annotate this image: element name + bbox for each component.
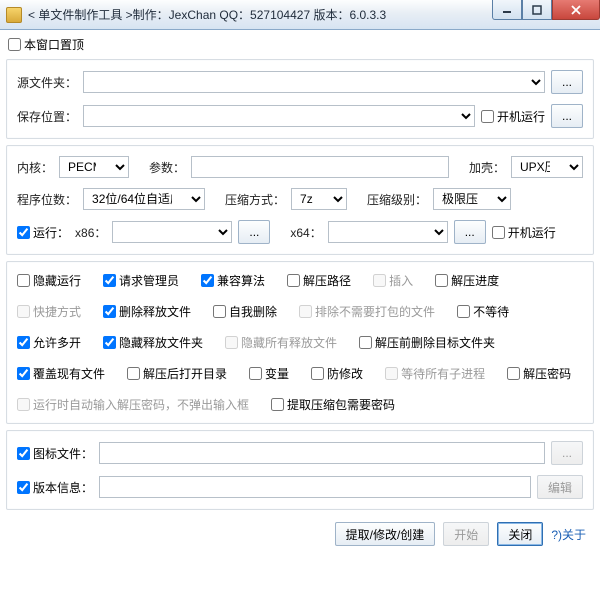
- shell-label: 加壳：: [469, 159, 505, 176]
- shell-select[interactable]: UPX压缩: [511, 156, 583, 178]
- comp-select[interactable]: 7z: [291, 188, 347, 210]
- panel-options: 隐藏运行 请求管理员 兼容算法 解压路径 插入 解压进度 快捷方式 删除释放文件…: [6, 261, 594, 424]
- level-label: 压缩级别：: [367, 191, 427, 208]
- save-browse-button[interactable]: ...: [551, 104, 583, 128]
- window-buttons: [492, 0, 600, 20]
- version-input[interactable]: [99, 476, 531, 498]
- opt-req-admin[interactable]: 请求管理员: [103, 272, 179, 289]
- save-label: 保存位置：: [17, 108, 77, 125]
- run-checkbox[interactable]: 运行：: [17, 224, 69, 241]
- panel-core: 内核： PECMD 参数： 加壳： UPX压缩 程序位数： 32位/64位自适应…: [6, 145, 594, 255]
- start-button[interactable]: 开始: [443, 522, 489, 546]
- args-label: 参数：: [149, 159, 185, 176]
- x86-select[interactable]: [112, 221, 232, 243]
- maximize-button[interactable]: [522, 0, 552, 20]
- opt-insert[interactable]: 插入: [373, 272, 413, 289]
- opt-open-after[interactable]: 解压后打开目录: [127, 365, 227, 382]
- opt-exclude[interactable]: 排除不需要打包的文件: [299, 303, 435, 320]
- x64-label: x64：: [290, 224, 321, 241]
- opt-progress[interactable]: 解压进度: [435, 272, 499, 289]
- opt-pwd[interactable]: 解压密码: [507, 365, 571, 382]
- opt-hide-rel[interactable]: 隐藏释放文件夹: [103, 334, 203, 351]
- source-combo[interactable]: [83, 71, 545, 93]
- opt-auto-pwd[interactable]: 运行时自动输入解压密码，不弹出输入框: [17, 396, 249, 413]
- opt-del-rel[interactable]: 删除释放文件: [103, 303, 191, 320]
- about-link[interactable]: ?)关于: [551, 526, 586, 543]
- boot-run-checkbox-1[interactable]: 开机运行: [481, 108, 545, 125]
- source-label: 源文件夹：: [17, 74, 77, 91]
- source-browse-button[interactable]: ...: [551, 70, 583, 94]
- bits-select[interactable]: 32位/64位自适应: [83, 188, 205, 210]
- opt-hide-run[interactable]: 隐藏运行: [17, 272, 81, 289]
- opt-self-del[interactable]: 自我删除: [213, 303, 277, 320]
- opt-del-before[interactable]: 解压前删除目标文件夹: [359, 334, 495, 351]
- bits-label: 程序位数：: [17, 191, 77, 208]
- kernel-label: 内核：: [17, 159, 53, 176]
- window-title: < 单文件制作工具 >制作：JexChan QQ：527104427 版本：6.…: [28, 6, 386, 23]
- opt-wait-child[interactable]: 等待所有子进程: [385, 365, 485, 382]
- opt-need-pwd[interactable]: 提取压缩包需要密码: [271, 396, 395, 413]
- opt-multi[interactable]: 允许多开: [17, 334, 81, 351]
- titlebar: < 单文件制作工具 >制作：JexChan QQ：527104427 版本：6.…: [0, 0, 600, 30]
- kernel-select[interactable]: PECMD: [59, 156, 129, 178]
- opt-nowait[interactable]: 不等待: [457, 303, 509, 320]
- opt-compat[interactable]: 兼容算法: [201, 272, 265, 289]
- version-checkbox[interactable]: 版本信息：: [17, 479, 93, 496]
- icon-checkbox[interactable]: 图标文件：: [17, 445, 93, 462]
- args-input[interactable]: [191, 156, 449, 178]
- panel-source: 源文件夹： ... 保存位置： 开机运行 ...: [6, 59, 594, 139]
- opt-unzip-path[interactable]: 解压路径: [287, 272, 351, 289]
- opt-overwrite[interactable]: 覆盖现有文件: [17, 365, 105, 382]
- opt-hide-all[interactable]: 隐藏所有释放文件: [225, 334, 337, 351]
- x64-select[interactable]: [328, 221, 448, 243]
- x86-browse-button[interactable]: ...: [238, 220, 270, 244]
- close-button[interactable]: [552, 0, 600, 20]
- client-area: 本窗口置顶 源文件夹： ... 保存位置： 开机运行 ... 内核： PECMD…: [0, 30, 600, 552]
- icon-browse-button[interactable]: ...: [551, 441, 583, 465]
- opt-shortcut[interactable]: 快捷方式: [17, 303, 81, 320]
- x86-label: x86：: [75, 224, 106, 241]
- edit-button[interactable]: 编辑: [537, 475, 583, 499]
- pin-checkbox[interactable]: 本窗口置顶: [8, 36, 84, 53]
- comp-label: 压缩方式：: [225, 191, 285, 208]
- extract-button[interactable]: 提取/修改/创建: [335, 522, 436, 546]
- minimize-button[interactable]: [492, 0, 522, 20]
- app-icon: [6, 7, 22, 23]
- icon-input[interactable]: [99, 442, 545, 464]
- close-app-button[interactable]: 关闭: [497, 522, 543, 546]
- boot-run-checkbox-2[interactable]: 开机运行: [492, 224, 556, 241]
- panel-icon-version: 图标文件： ... 版本信息： 编辑: [6, 430, 594, 510]
- level-select[interactable]: 极限压缩: [433, 188, 511, 210]
- footer: 提取/修改/创建 开始 关闭 ?)关于: [6, 516, 594, 546]
- x64-browse-button[interactable]: ...: [454, 220, 486, 244]
- save-combo[interactable]: [83, 105, 475, 127]
- opt-anti-mod[interactable]: 防修改: [311, 365, 363, 382]
- opt-vars[interactable]: 变量: [249, 365, 289, 382]
